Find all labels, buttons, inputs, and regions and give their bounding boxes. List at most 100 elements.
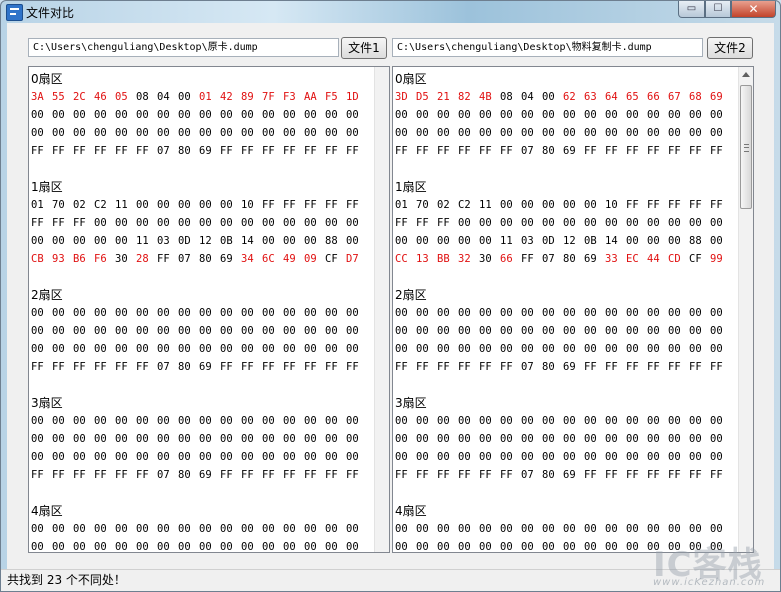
- hex-byte: 00: [241, 307, 254, 319]
- hex-byte: 00: [521, 415, 534, 427]
- hex-row: 00 00 00 00 00 00 00 00 00 00 00 00 00 00 00 00: [395, 448, 737, 466]
- file1-scrollbar[interactable]: [374, 67, 389, 552]
- hex-byte: 00: [437, 451, 450, 463]
- hex-byte: FF: [395, 145, 408, 157]
- hex-byte: FF: [304, 145, 317, 157]
- hex-byte: 00: [73, 235, 86, 247]
- hex-byte-diff: 67: [668, 91, 681, 103]
- hex-byte: 00: [710, 109, 723, 121]
- hex-byte: 00: [647, 415, 660, 427]
- hex-byte: 00: [178, 109, 191, 121]
- file2-path-field[interactable]: C:\Users\chenguliang\Desktop\物料复制卡.dump: [392, 38, 703, 57]
- hex-byte: 00: [325, 109, 338, 121]
- hex-byte: 00: [416, 433, 429, 445]
- hex-byte: 11: [500, 235, 513, 247]
- sector-header: 2扇区: [31, 288, 63, 302]
- hex-row: 00 00 00 00 00 00 00 00 00 00 00 00 00 00 00 00: [395, 430, 737, 448]
- hex-byte: FF: [241, 145, 254, 157]
- hex-byte: 00: [157, 127, 170, 139]
- hex-byte: 00: [52, 325, 65, 337]
- hex-byte: 00: [605, 307, 618, 319]
- hex-byte: FF: [241, 469, 254, 481]
- hex-byte: 00: [710, 433, 723, 445]
- hex-byte: CF: [325, 253, 338, 265]
- sector-header: 1扇区: [395, 180, 427, 194]
- hex-row: 00 00 00 00 00 00 00 00 00 00 00 00 00 00 00 00: [31, 304, 373, 322]
- hex-byte: 00: [31, 415, 44, 427]
- file1-path-field[interactable]: C:\Users\chenguliang\Desktop\原卡.dump: [28, 38, 339, 57]
- close-icon: ✕: [748, 2, 759, 16]
- hex-byte: 00: [479, 451, 492, 463]
- hex-byte: 00: [689, 307, 702, 319]
- scroll-thumb[interactable]: [740, 85, 752, 209]
- hex-byte: 00: [220, 523, 233, 535]
- hex-row: 00 00 00 00 00 00 00 00 00 00 00 00 00 00 00 00: [395, 106, 737, 124]
- file1-button[interactable]: 文件1: [341, 37, 387, 59]
- hex-row: 3D D5 21 82 4B 08 04 00 62 63 64 65 66 67 68 69: [395, 88, 737, 106]
- hex-byte: 00: [94, 127, 107, 139]
- hex-byte: FF: [136, 469, 149, 481]
- hex-byte: 00: [626, 307, 639, 319]
- hex-byte: 00: [304, 433, 317, 445]
- sector-spacer: [395, 484, 737, 502]
- file2-scrollbar[interactable]: [738, 67, 753, 552]
- hex-byte-diff: BB: [437, 253, 450, 265]
- hex-byte: 00: [136, 433, 149, 445]
- hex-byte: FF: [395, 217, 408, 229]
- hex-byte: 00: [52, 109, 65, 121]
- file2-button[interactable]: 文件2: [707, 37, 753, 59]
- hex-byte: 00: [479, 523, 492, 535]
- hex-byte: FF: [73, 145, 86, 157]
- hex-byte: 00: [157, 433, 170, 445]
- hex-byte: 00: [325, 217, 338, 229]
- hex-byte: 00: [157, 523, 170, 535]
- hex-byte: 00: [199, 343, 212, 355]
- hex-byte: 00: [605, 217, 618, 229]
- hex-byte: 69: [199, 145, 212, 157]
- hex-byte: 00: [458, 217, 471, 229]
- hex-byte: 00: [241, 415, 254, 427]
- hex-byte: 00: [325, 433, 338, 445]
- hex-byte: 00: [304, 109, 317, 121]
- hex-byte: 07: [521, 469, 534, 481]
- hex-byte: 00: [563, 199, 576, 211]
- hex-byte: 00: [479, 325, 492, 337]
- hex-byte: FF: [94, 361, 107, 373]
- hex-byte: 00: [283, 523, 296, 535]
- file2-hex-content: 0扇区 3D D5 21 82 4B 08 04 00 62 63 64 65 66 67 68 69 00 00 0…: [395, 70, 737, 552]
- hex-byte: 0B: [584, 235, 597, 247]
- hex-byte: 00: [668, 217, 681, 229]
- hex-byte-diff: 68: [689, 91, 702, 103]
- hex-row: 00 00 00 00 00 11 03 0D 12 0B 14 00 00 00 88 00: [395, 232, 737, 250]
- hex-byte: FF: [647, 145, 660, 157]
- hex-byte: 07: [157, 361, 170, 373]
- minimize-button[interactable]: ▭: [678, 1, 705, 18]
- hex-byte: 00: [563, 415, 576, 427]
- hex-byte: 00: [178, 217, 191, 229]
- hex-byte: FF: [346, 145, 359, 157]
- hex-byte: 00: [115, 433, 128, 445]
- hex-byte: 00: [458, 325, 471, 337]
- hex-byte: 00: [500, 523, 513, 535]
- sector-header: 1扇区: [31, 180, 63, 194]
- hex-byte-diff: F5: [325, 91, 338, 103]
- hex-byte: 00: [416, 109, 429, 121]
- hex-byte: 00: [262, 109, 275, 121]
- hex-byte: FF: [325, 361, 338, 373]
- hex-byte: FF: [325, 469, 338, 481]
- hex-byte: 00: [710, 217, 723, 229]
- title-bar[interactable]: 文件对比 ▭ ☐ ✕: [1, 1, 780, 23]
- scroll-up-arrow-icon[interactable]: [742, 72, 750, 77]
- hex-row: 00 00 00 00 00 00 00 00 00 00 00 00 00 00 00 00: [31, 340, 373, 358]
- hex-byte: 00: [52, 433, 65, 445]
- hex-byte: 00: [563, 325, 576, 337]
- hex-byte: FF: [94, 145, 107, 157]
- hex-byte: 00: [542, 433, 555, 445]
- hex-byte: 00: [416, 307, 429, 319]
- file1-hex-pane[interactable]: 0扇区 3A 55 2C 46 05 08 04 00 01 42 89 7F F3 AA F5 1D 00 00 0…: [28, 66, 390, 553]
- hex-byte-diff: 09: [304, 253, 317, 265]
- hex-byte: 00: [325, 451, 338, 463]
- file2-hex-pane[interactable]: 0扇区 3D D5 21 82 4B 08 04 00 62 63 64 65 66 67 68 69 00 00 0…: [392, 66, 754, 553]
- maximize-button[interactable]: ☐: [705, 1, 731, 18]
- close-button[interactable]: ✕: [731, 1, 776, 18]
